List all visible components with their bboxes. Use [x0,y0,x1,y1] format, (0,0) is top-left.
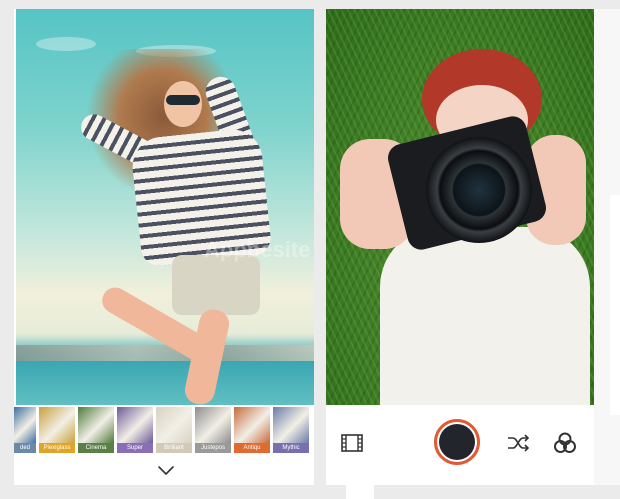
shutter-button[interactable] [434,419,480,465]
filter-option[interactable]: Mythic [273,407,309,453]
filter-carousel[interactable]: ded Plexiglass Cinema Super Brilliant Justepo… [14,407,314,455]
filter-option[interactable]: Brilliant [156,407,192,453]
shorts [172,255,260,315]
sunglasses [166,95,200,105]
filter-label: Justepos [195,443,231,453]
filter-thumbnail [234,407,270,443]
filter-label: Mythic [273,443,309,453]
color-circles-icon [554,432,576,453]
filter-thumbnail [156,407,192,443]
filter-thumbnail [273,407,309,443]
filter-label: Cinema [78,443,114,453]
filter-option[interactable]: Cinema [78,407,114,453]
filter-thumbnail [39,407,75,443]
right-phone-screen [326,9,594,485]
filter-label: Antiqu [234,443,270,453]
filter-option[interactable]: Antiqu [234,407,270,453]
photo-preview: Appbesite [16,9,314,405]
filter-label: Brilliant [156,443,192,453]
sea [16,361,314,405]
filter-option[interactable]: Super [117,407,153,453]
expand-filters-button[interactable] [157,464,175,478]
background-strip [594,9,620,485]
filter-option[interactable]: Plexiglass [39,407,75,453]
shutter-inner [439,424,475,460]
camera-viewfinder [326,9,594,405]
background-notch [610,195,620,415]
filter-thumbnail [195,407,231,443]
shirt [380,227,590,405]
filter-thumbnail [117,407,153,443]
filter-thumbnail [14,407,36,443]
filter-label: ded [14,443,36,453]
camera-toolbar [326,405,594,485]
filter-label: Super [117,443,153,453]
watermark: Appbesite [204,237,311,262]
gallery-button[interactable] [340,431,364,455]
shuffle-button[interactable] [506,431,532,455]
camera-lens [426,137,532,243]
shuffle-icon [508,434,530,452]
filter-option[interactable]: ded [14,407,36,453]
filters-button[interactable] [552,431,578,455]
filter-thumbnail [78,407,114,443]
chevron-down-icon [158,466,174,475]
film-strip-icon [341,434,363,452]
filter-label: Plexiglass [39,443,75,453]
background-strip [346,485,374,499]
filter-option[interactable]: Justepos [195,407,231,453]
left-phone-screen: Appbesite ded Plexiglass Cinema Super Brilli… [14,9,314,485]
